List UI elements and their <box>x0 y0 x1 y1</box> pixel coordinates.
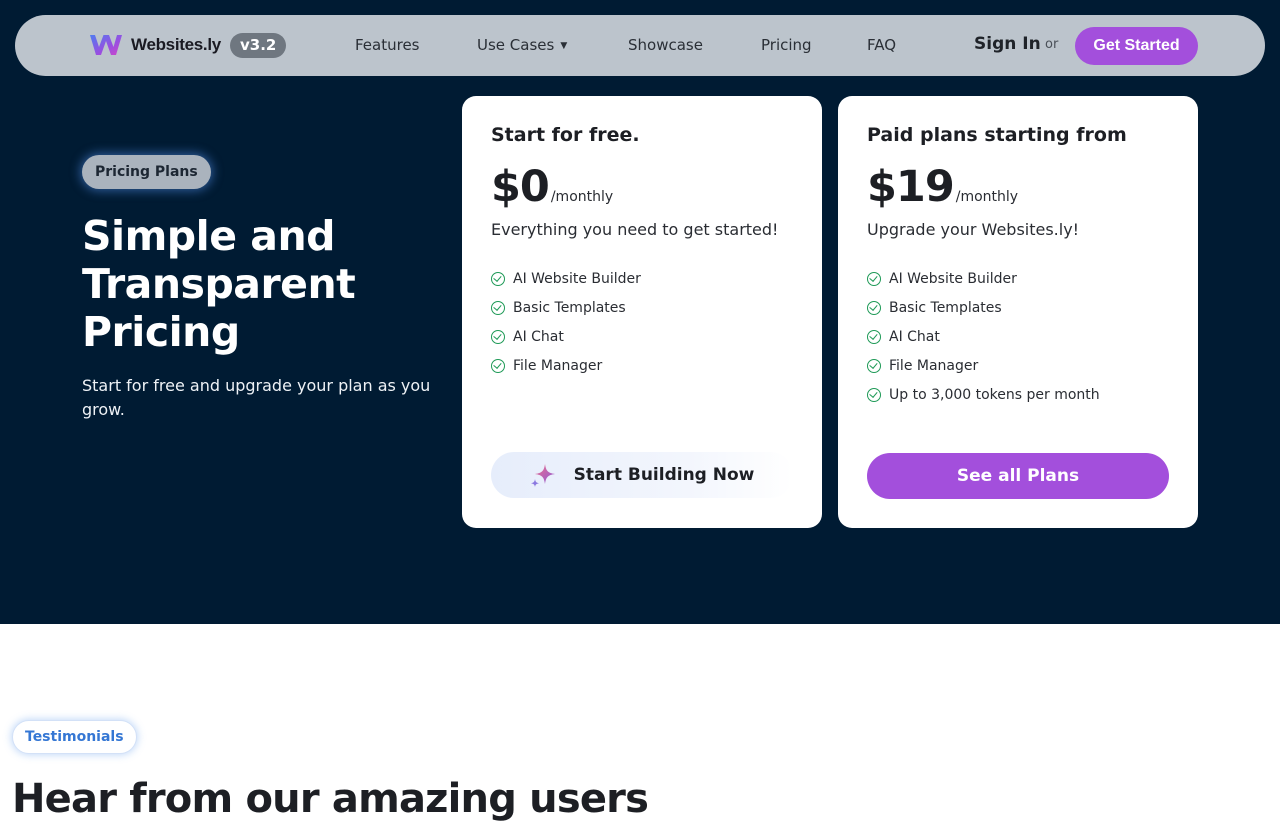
check-circle-icon <box>491 300 505 315</box>
see-all-plans-button[interactable]: See all Plans <box>867 453 1169 499</box>
feature-item: Basic Templates <box>867 293 1100 322</box>
free-plan-period: /monthly <box>550 189 614 205</box>
testimonials-badge: Testimonials <box>12 720 137 754</box>
free-plan-heading: Start for free. <box>491 124 640 146</box>
feature-label: File Manager <box>513 357 603 374</box>
paid-plan-period: /monthly <box>955 189 1019 205</box>
nav-link-features[interactable]: Features <box>355 36 420 54</box>
feature-item: AI Website Builder <box>867 264 1100 293</box>
feature-label: AI Website Builder <box>889 270 1017 287</box>
nav-link-faq[interactable]: FAQ <box>867 36 896 54</box>
nav-link-use-cases[interactable]: Use Cases ▼ <box>477 36 567 55</box>
pricing-plans-badge: Pricing Plans <box>82 155 211 189</box>
paid-plan-features: AI Website Builder Basic Templates AI Ch… <box>867 264 1100 409</box>
feature-item: Up to 3,000 tokens per month <box>867 380 1100 409</box>
paid-plan-price-row: $19 /monthly <box>867 162 1018 212</box>
check-circle-icon <box>491 271 505 286</box>
paid-plan-heading: Paid plans starting from <box>867 124 1127 146</box>
feature-label: AI Chat <box>889 328 940 345</box>
feature-label: File Manager <box>889 357 979 374</box>
or-separator: or <box>1045 37 1059 52</box>
feature-item: File Manager <box>867 351 1100 380</box>
feature-label: AI Website Builder <box>513 270 641 287</box>
logo-w-icon <box>90 35 122 55</box>
feature-item: Basic Templates <box>491 293 641 322</box>
version-badge: v3.2 <box>230 33 287 58</box>
feature-label: Basic Templates <box>513 299 626 316</box>
check-circle-icon <box>491 329 505 344</box>
free-plan-features: AI Website Builder Basic Templates AI Ch… <box>491 264 641 380</box>
check-circle-icon <box>867 329 881 344</box>
testimonials-title: Hear from our amazing users <box>12 776 649 822</box>
hero-subtitle: Start for free and upgrade your plan as … <box>82 376 431 419</box>
check-circle-icon <box>867 387 881 402</box>
feature-label: AI Chat <box>513 328 564 345</box>
feature-item: AI Chat <box>867 322 1100 351</box>
feature-label: Basic Templates <box>889 299 1002 316</box>
check-circle-icon <box>867 271 881 286</box>
feature-item: File Manager <box>491 351 641 380</box>
nav-link-pricing[interactable]: Pricing <box>761 36 812 54</box>
start-building-button[interactable]: Start Building Now <box>491 452 793 498</box>
check-circle-icon <box>867 358 881 373</box>
paid-plan-description: Upgrade your Websites.ly! <box>867 220 1080 239</box>
free-plan-card: Start for free. $0 /monthly Everything y… <box>462 96 822 528</box>
feature-item: AI Chat <box>491 322 641 351</box>
feature-label: Up to 3,000 tokens per month <box>889 386 1100 403</box>
logo[interactable]: Websites.ly <box>89 32 221 58</box>
logo-text: Websites.ly <box>131 35 221 54</box>
navbar: Websites.ly v3.2 Features Use Cases ▼ Sho… <box>15 15 1265 76</box>
nav-link-showcase[interactable]: Showcase <box>628 36 703 54</box>
sparkle-icon <box>530 464 555 487</box>
paid-plan-card: Paid plans starting from $19 /monthly Up… <box>838 96 1198 528</box>
caret-down-icon: ▼ <box>560 41 568 51</box>
free-plan-description: Everything you need to get started! <box>491 220 779 239</box>
check-circle-icon <box>867 300 881 315</box>
check-circle-icon <box>491 358 505 373</box>
feature-item: AI Website Builder <box>491 264 641 293</box>
paid-plan-price: $19 <box>867 162 955 212</box>
page-title: Simple and Transparent Pricing <box>82 212 356 356</box>
nav-link-use-cases-label: Use Cases <box>477 36 555 54</box>
free-plan-price-row: $0 /monthly <box>491 162 613 212</box>
start-building-label: Start Building Now <box>573 465 755 485</box>
get-started-button[interactable]: Get Started <box>1075 27 1198 65</box>
sign-in-link[interactable]: Sign In <box>974 34 1041 54</box>
free-plan-price: $0 <box>491 162 550 212</box>
hero-section: Websites.ly v3.2 Features Use Cases ▼ Sho… <box>0 0 1280 624</box>
